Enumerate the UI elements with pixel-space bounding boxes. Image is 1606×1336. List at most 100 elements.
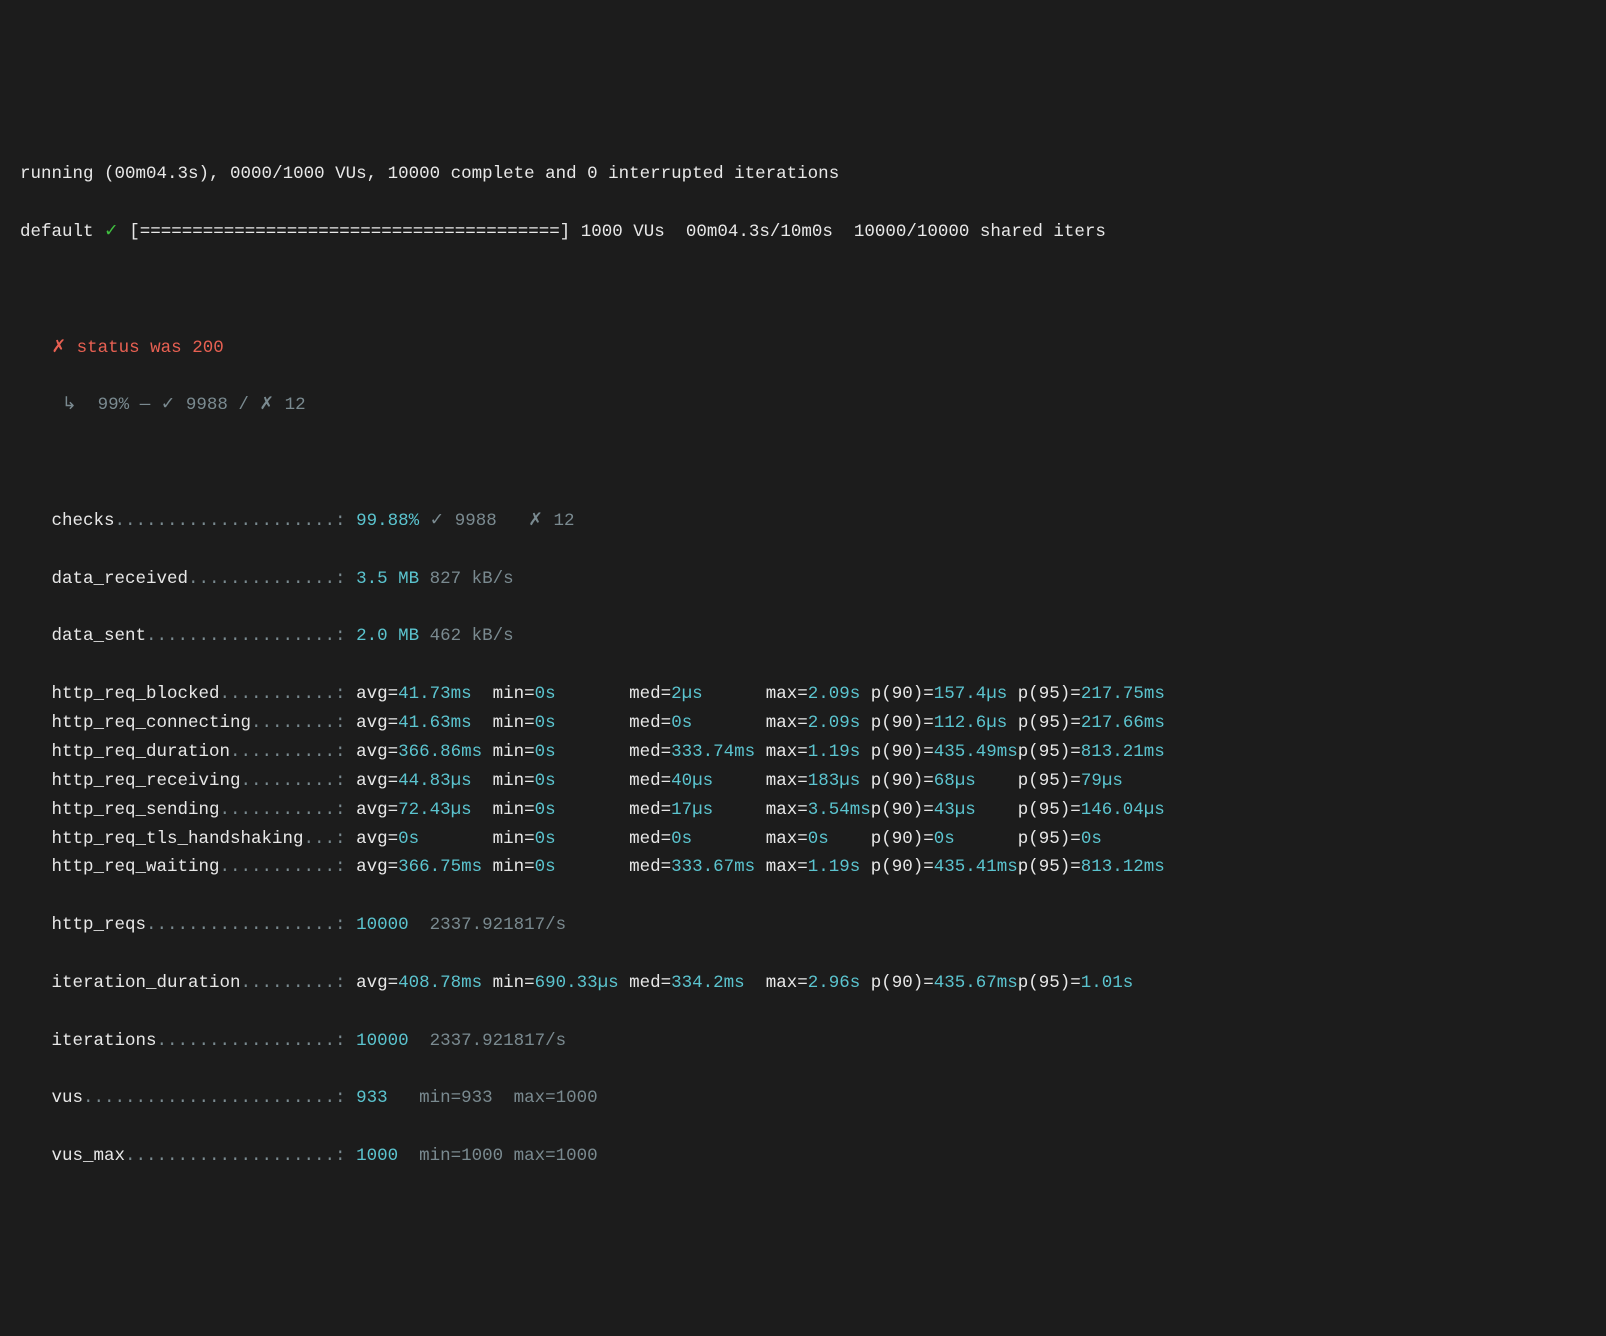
stat-min-value: 0s <box>535 829 556 849</box>
stat-min-label: min= <box>493 771 535 791</box>
stat-p90-label: p(90)= <box>871 771 934 791</box>
stat-avg-value: 0s <box>398 829 419 849</box>
metric-http-req-sending: http_req_sending...........: avg=72.43µs… <box>52 796 1587 825</box>
stat-med-value: 0s <box>671 829 692 849</box>
active-vus: 0000 <box>230 164 272 184</box>
scenario-name: default <box>20 222 94 242</box>
stat-avg-label: avg= <box>356 742 398 762</box>
stat-med-label: med= <box>629 771 671 791</box>
stat-max-label: max= <box>766 771 808 791</box>
metric-iterations: iterations.................: 10000 2337.… <box>52 1027 1587 1056</box>
scenario-vus: 1000 VUs <box>581 222 665 242</box>
stat-p95-label: p(95)= <box>1018 742 1081 762</box>
checks-pass: 9988 <box>455 511 497 531</box>
check-detail: ↳ 99% — ✓ 9988 / ✗ 12 <box>52 391 1587 420</box>
stat-max-value: 2.09s <box>808 684 861 704</box>
metric-label: http_req_receiving <box>52 771 241 791</box>
check-icon: ✓ <box>94 222 119 242</box>
stat-min-label: min= <box>493 800 535 820</box>
checks-pct: 99.88% <box>356 511 419 531</box>
stat-p90-value: 68µs <box>934 771 976 791</box>
stat-p95-value: 813.21ms <box>1081 742 1165 762</box>
stat-max-value: 183µs <box>808 771 861 791</box>
stat-med-label: med= <box>629 800 671 820</box>
stat-med-value: 334.2ms <box>671 973 745 993</box>
stat-p90-value: 435.49ms <box>934 742 1018 762</box>
metric-label: data_sent <box>52 626 147 646</box>
stat-med-label: med= <box>629 857 671 877</box>
stat-max-label: max= <box>766 829 808 849</box>
metric-value: 3.5 MB <box>356 569 419 589</box>
stat-min-label: min= <box>493 973 535 993</box>
stat-min-value: 0s <box>535 800 556 820</box>
stat-avg-value: 41.63ms <box>398 713 472 733</box>
check-header: ✗ status was 200 <box>52 334 1587 363</box>
metric-label: http_req_duration <box>52 742 231 762</box>
stat-avg-value: 44.83µs <box>398 771 472 791</box>
metric-checks: checks.....................: 99.88% ✓ 99… <box>52 507 1587 536</box>
metric-value: 2.0 MB <box>356 626 419 646</box>
stat-min-label: min= <box>493 857 535 877</box>
checks-fail: 12 <box>553 511 574 531</box>
metric-http-reqs: http_reqs..................: 10000 2337.… <box>52 911 1587 940</box>
stat-avg-label: avg= <box>356 684 398 704</box>
stat-p90-value: 0s <box>934 829 955 849</box>
stat-avg-value: 41.73ms <box>398 684 472 704</box>
stat-med-label: med= <box>629 742 671 762</box>
stat-p95-value: 217.75ms <box>1081 684 1165 704</box>
stat-min-value: 0s <box>535 684 556 704</box>
stat-med-value: 40µs <box>671 771 713 791</box>
stat-med-label: med= <box>629 973 671 993</box>
stat-avg-label: avg= <box>356 857 398 877</box>
metric-label: http_req_tls_handshaking <box>52 829 304 849</box>
stat-p95-value: 79µs <box>1081 771 1123 791</box>
stat-med-value: 333.74ms <box>671 742 755 762</box>
stat-min-value: 0s <box>535 713 556 733</box>
tick-icon: ✓ <box>161 395 186 415</box>
stat-avg-label: avg= <box>356 973 398 993</box>
stat-p90-label: p(90)= <box>871 742 934 762</box>
stat-max-label: max= <box>766 857 808 877</box>
metric-data-received: data_received..............: 3.5 MB 827 … <box>52 565 1587 594</box>
metric-http-req-blocked: http_req_blocked...........: avg=41.73ms… <box>52 680 1587 709</box>
running-prefix: running ( <box>20 164 115 184</box>
stat-med-label: med= <box>629 829 671 849</box>
stat-max-value: 2.96s <box>808 973 861 993</box>
stat-p95-value: 146.04µs <box>1081 800 1165 820</box>
stat-avg-value: 72.43µs <box>398 800 472 820</box>
stat-p95-label: p(95)= <box>1018 713 1081 733</box>
metric-label: iteration_duration <box>52 973 241 993</box>
stat-p90-value: 112.6µs <box>934 713 1008 733</box>
stat-min-label: min= <box>493 684 535 704</box>
stat-p90-value: 435.41ms <box>934 857 1018 877</box>
stat-p95-label: p(95)= <box>1018 829 1081 849</box>
stat-avg-label: avg= <box>356 829 398 849</box>
stat-avg-value: 408.78ms <box>398 973 482 993</box>
stat-max-value: 1.19s <box>808 742 861 762</box>
cross-icon: ✗ <box>497 511 554 531</box>
stat-p90-label: p(90)= <box>871 800 934 820</box>
stat-p95-label: p(95)= <box>1018 973 1081 993</box>
stat-max-value: 0s <box>808 829 829 849</box>
stat-p90-value: 43µs <box>934 800 976 820</box>
stat-p95-value: 0s <box>1081 829 1102 849</box>
metric-label: http_req_sending <box>52 800 220 820</box>
metric-label: vus_max <box>52 1146 126 1166</box>
check-pass: 9988 <box>186 395 228 415</box>
stat-med-value: 17µs <box>671 800 713 820</box>
metric-value: 1000 <box>356 1146 398 1166</box>
metric-http-req-receiving: http_req_receiving.........: avg=44.83µs… <box>52 767 1587 796</box>
stat-max-label: max= <box>766 800 808 820</box>
stat-max-value: 1.19s <box>808 857 861 877</box>
scenario-line: default ✓ [=============================… <box>20 218 1586 247</box>
stat-med-value: 2µs <box>671 684 703 704</box>
stat-med-value: 0s <box>671 713 692 733</box>
stat-min-label: min= <box>493 713 535 733</box>
stat-max-label: max= <box>766 973 808 993</box>
metric-http-req-tls-handshaking: http_req_tls_handshaking...: avg=0s min=… <box>52 825 1587 854</box>
metric-label: http_req_blocked <box>52 684 220 704</box>
vus-max-extra: min=1000 max=1000 <box>398 1146 598 1166</box>
arrow-icon: ↳ <box>52 395 98 415</box>
metric-value: 10000 <box>356 915 409 935</box>
metric-rate: 2337.921817/s <box>409 1031 567 1051</box>
